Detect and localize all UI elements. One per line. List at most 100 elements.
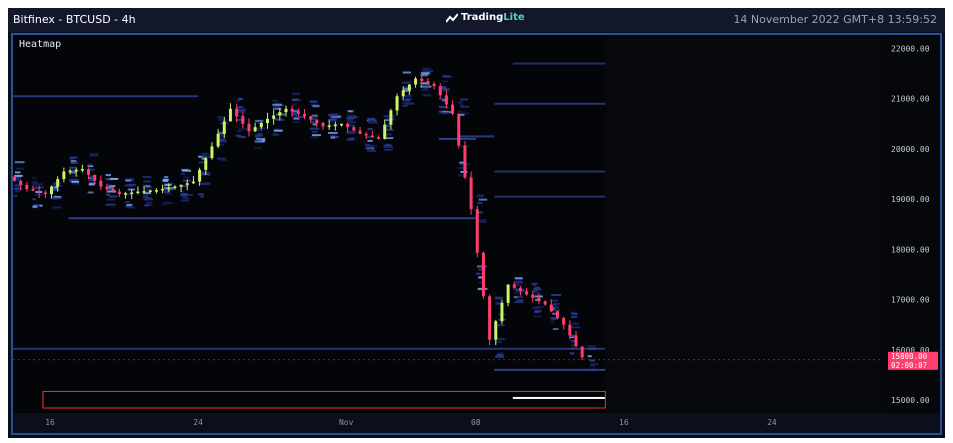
heat-cell — [182, 169, 192, 172]
heat-cell — [422, 85, 430, 88]
candle-body — [494, 321, 498, 340]
heat-cell — [14, 171, 21, 174]
heat-cell — [272, 134, 280, 137]
heat-cell — [14, 184, 21, 187]
candle-body — [228, 108, 232, 122]
heat-cell — [182, 197, 190, 200]
heat-cell — [180, 173, 186, 176]
candle-body — [87, 169, 91, 175]
candle-body — [525, 291, 529, 295]
heat-cell — [460, 105, 470, 108]
heat-cell — [309, 127, 320, 130]
heat-cell — [69, 178, 79, 181]
heat-cell — [163, 201, 173, 204]
heat-cell — [87, 163, 92, 166]
heat-cell — [200, 195, 205, 198]
heat-cell — [70, 160, 77, 163]
heat-cell — [367, 139, 373, 142]
heat-cell — [52, 197, 62, 200]
candle-body — [549, 304, 553, 312]
heat-cell — [328, 114, 338, 117]
candle-body — [537, 297, 541, 302]
heat-cell — [383, 148, 393, 151]
chart-panel[interactable]: 22000.00 21000.00 20000.00 19000.00 18000.00… — [11, 33, 942, 435]
candle-body — [74, 169, 78, 172]
heat-cell — [273, 129, 283, 132]
x-tick-label: 24 — [193, 418, 203, 427]
heat-cell — [237, 130, 242, 133]
candle-body — [463, 145, 467, 178]
candle-body — [321, 123, 325, 127]
candle-body — [574, 335, 578, 347]
candle-body — [247, 123, 251, 132]
candle-body — [154, 190, 158, 192]
heat-cell — [291, 99, 302, 102]
heat-cell — [402, 104, 408, 107]
heat-cell — [571, 313, 578, 316]
candle-body — [142, 191, 146, 193]
heat-cell — [126, 203, 133, 206]
candle-body — [506, 284, 510, 303]
candle-body — [457, 113, 461, 146]
heat-cell — [367, 128, 373, 131]
y-tick-label: 20000.00 — [891, 145, 930, 154]
candle-body — [383, 124, 387, 139]
heat-cell — [201, 153, 207, 156]
heat-cell — [534, 286, 540, 289]
y-tick-label: 21000.00 — [891, 95, 930, 104]
candle-body — [444, 95, 448, 105]
heat-cell — [550, 320, 555, 323]
heat-cell — [13, 194, 18, 197]
heat-cell — [422, 70, 429, 73]
heat-cell — [346, 116, 356, 119]
candle-body — [161, 188, 165, 191]
candle-body — [204, 158, 208, 170]
candle-body — [179, 184, 183, 187]
heatmap-chart[interactable]: 22000.00 21000.00 20000.00 19000.00 18000.00… — [13, 35, 940, 433]
candle-body — [265, 118, 269, 123]
candle-body — [272, 115, 276, 119]
candle-body — [235, 108, 239, 117]
logo-text-lite: Lite — [503, 12, 525, 23]
candle-body — [130, 192, 134, 194]
candle-body — [284, 108, 288, 113]
heat-cell — [238, 135, 246, 138]
heat-cell — [496, 354, 504, 357]
heat-cell — [198, 182, 203, 185]
candle-body — [80, 169, 84, 171]
heat-cell — [347, 130, 357, 133]
heat-cell — [291, 103, 297, 106]
countdown-label: 02:00:07 — [891, 361, 927, 370]
heat-cell — [386, 133, 392, 136]
heat-cell — [70, 175, 79, 178]
heat-cell — [145, 185, 151, 188]
candle-body — [191, 181, 195, 184]
heat-cell — [570, 315, 578, 318]
liquidity-level — [13, 95, 199, 98]
heat-cell — [420, 89, 430, 92]
heat-cell — [109, 177, 119, 180]
heat-cell — [587, 345, 596, 348]
highlight-box — [42, 390, 606, 409]
heat-cell — [15, 167, 24, 170]
heat-cell — [105, 178, 111, 181]
liquidity-level — [494, 170, 606, 173]
heat-cell — [71, 161, 79, 164]
heat-cell — [218, 116, 224, 119]
heat-cell — [309, 136, 318, 139]
heat-cell — [364, 147, 373, 150]
candle-body — [395, 96, 399, 111]
x-tick-label: Nov — [339, 418, 354, 427]
heat-cell — [477, 202, 483, 205]
candle-body — [488, 296, 492, 340]
heat-cell — [272, 99, 279, 102]
heat-cell — [440, 112, 449, 115]
candle-body — [278, 112, 282, 116]
candle-body — [358, 130, 362, 134]
heat-cell — [438, 105, 449, 108]
candle-body — [451, 104, 455, 114]
liquidity-level — [457, 135, 495, 138]
liquidity-level — [494, 195, 606, 198]
candle-body — [518, 287, 522, 292]
heat-cell — [106, 193, 111, 196]
